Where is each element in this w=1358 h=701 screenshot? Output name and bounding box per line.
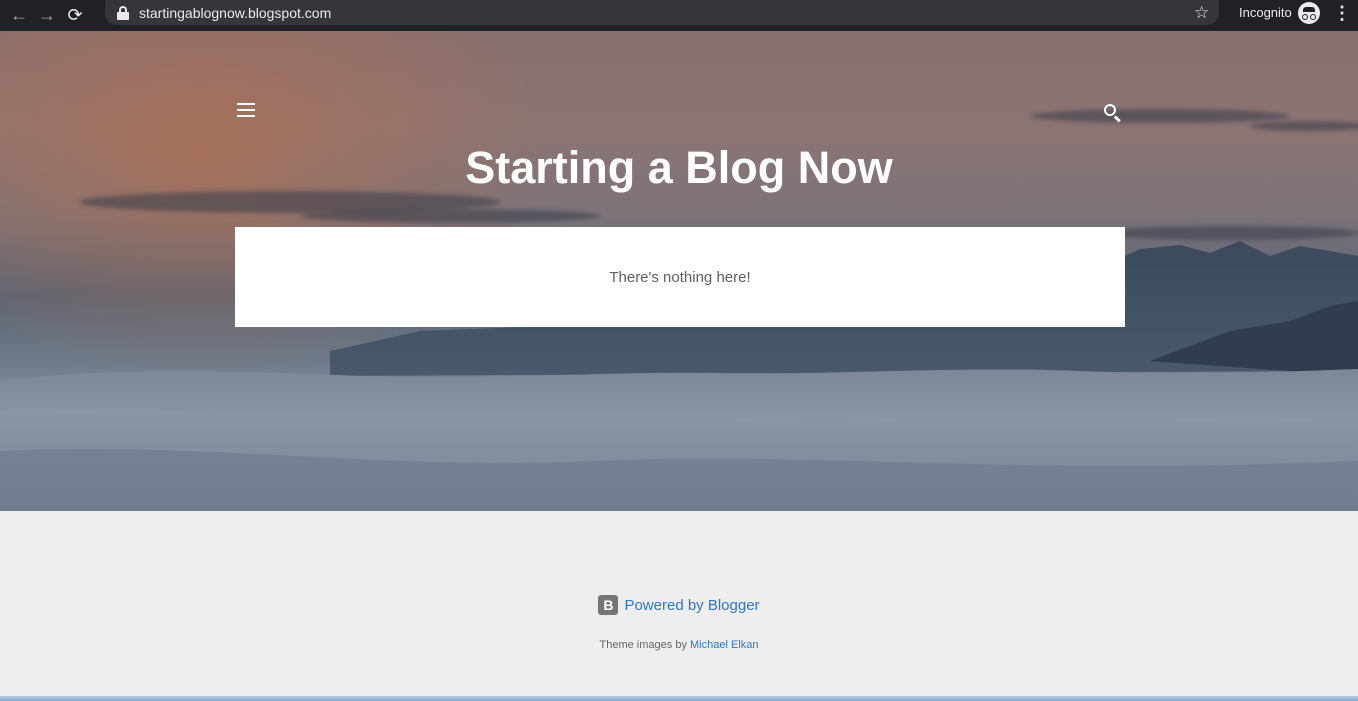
blogger-letter: B [603, 597, 614, 613]
incognito-icon[interactable] [1298, 2, 1320, 24]
theme-attribution: Theme images by Michael Elkan [0, 639, 1358, 651]
incognito-label: Incognito [1239, 5, 1292, 20]
browser-menu-icon[interactable]: ⋮ [1333, 3, 1351, 23]
browser-toolbar: ← → ⟳ startingablognow.blogspot.com ☆ In… [0, 0, 1358, 31]
empty-message: There's nothing here! [609, 268, 751, 286]
powered-by-row: B Powered by Blogger [0, 595, 1358, 615]
lock-icon[interactable] [117, 5, 129, 20]
search-icon[interactable] [1101, 101, 1123, 123]
bookmark-star-icon[interactable]: ☆ [1194, 3, 1209, 23]
hamburger-icon[interactable] [237, 103, 257, 119]
reload-button[interactable]: ⟳ [61, 4, 89, 28]
blog-title[interactable]: Starting a Blog Now [0, 142, 1358, 194]
powered-by-blogger-link[interactable]: Powered by Blogger [624, 597, 759, 614]
url-text[interactable]: startingablognow.blogspot.com [139, 5, 331, 21]
forward-button[interactable]: → [33, 4, 61, 28]
post-container: There's nothing here! [235, 227, 1125, 327]
taskbar-edge [0, 696, 1358, 701]
theme-author-link[interactable]: Michael Elkan [690, 639, 758, 651]
address-bar[interactable]: startingablognow.blogspot.com [105, 0, 1219, 25]
blogger-icon[interactable]: B [598, 595, 619, 615]
back-button[interactable]: ← [5, 4, 33, 28]
theme-prefix: Theme images by [599, 639, 690, 651]
